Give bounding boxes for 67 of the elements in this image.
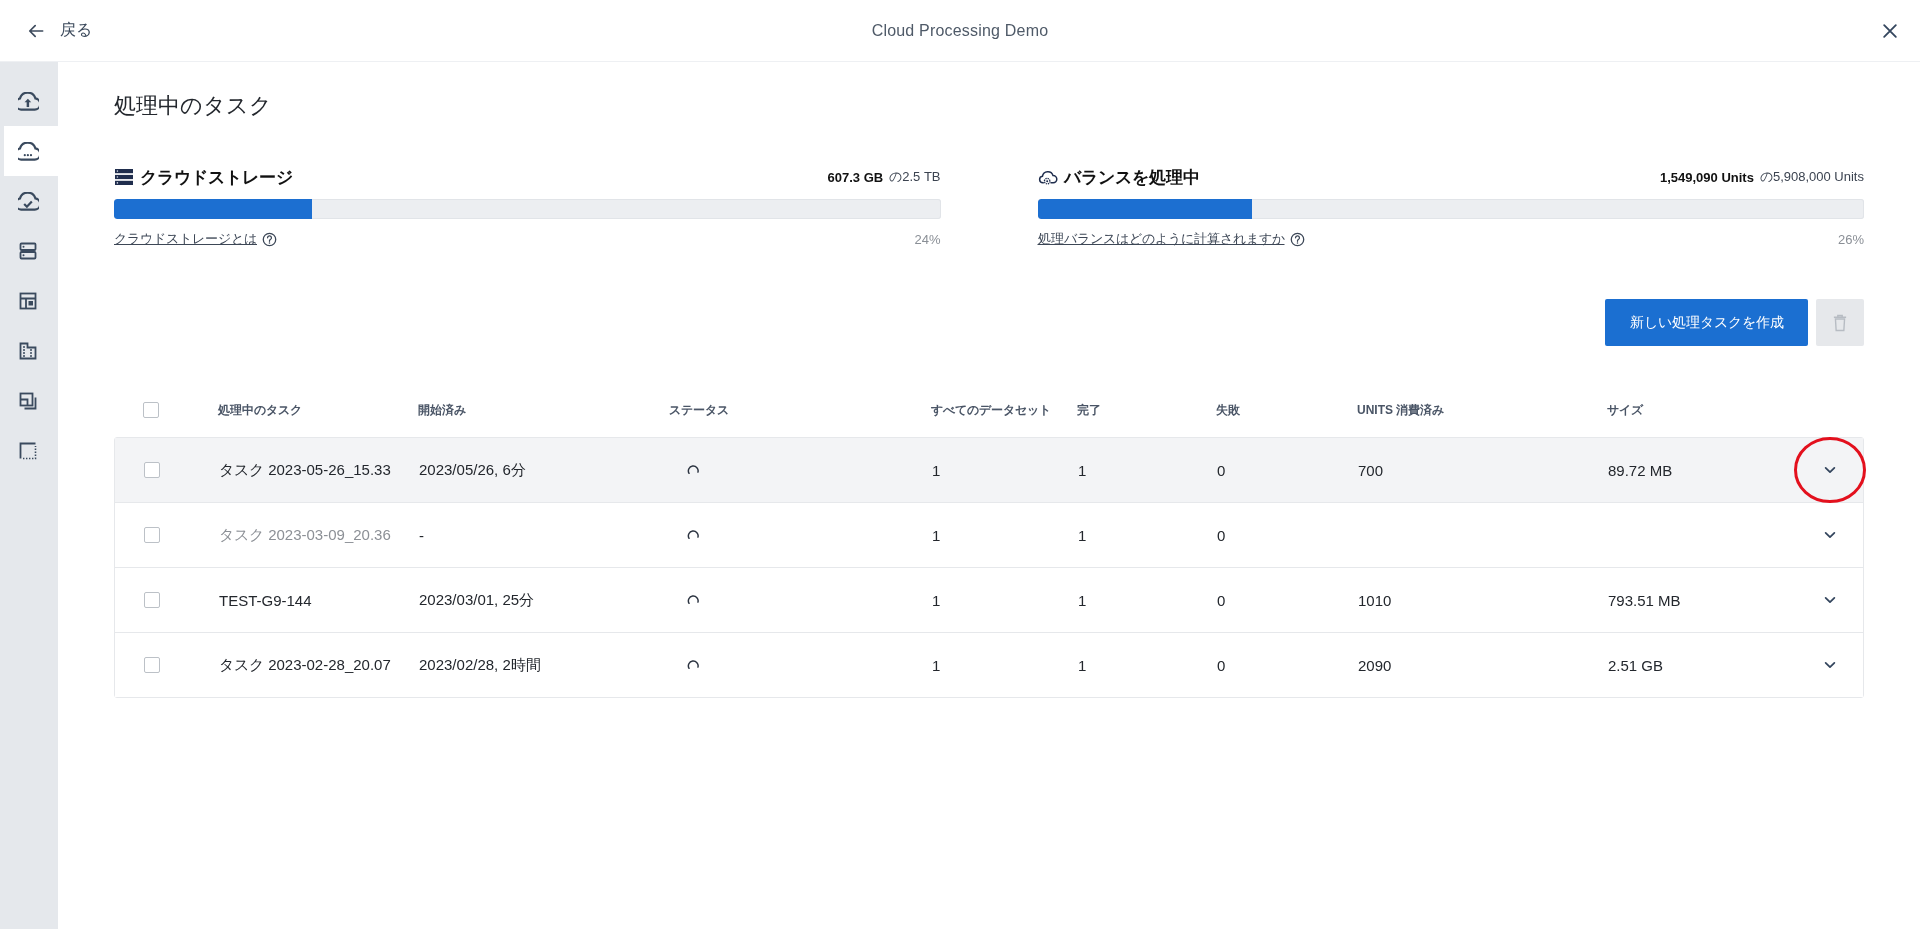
column-header: サイズ — [1607, 401, 1645, 419]
sidebar-item[interactable] — [4, 126, 58, 176]
cloud-check-icon — [17, 191, 39, 211]
back-button[interactable]: 戻る — [22, 16, 96, 45]
table-cell-text: 2023/02/28, 2時間 — [419, 655, 542, 675]
page-title: 処理中のタスク — [114, 92, 273, 120]
table-cell-text: 1 — [1078, 591, 1088, 609]
layout-icon — [19, 292, 37, 310]
row-checkbox[interactable] — [144, 592, 160, 608]
help-icon[interactable] — [1289, 231, 1305, 247]
help-icon[interactable] — [262, 231, 277, 247]
table-cell-text: - — [419, 526, 425, 544]
select-all-checkbox[interactable] — [143, 402, 159, 418]
table-cell-text: 1 — [932, 656, 942, 674]
help-link[interactable]: 処理バランスはどのように計算されますか — [1037, 230, 1285, 248]
task-name: タスク 2023-05-26_15.33 — [219, 460, 392, 480]
table-cell-text: 1 — [932, 591, 942, 609]
meter-used: 1,549,090 Units — [1659, 169, 1754, 185]
server-stack-icon — [114, 168, 134, 186]
table-cell-text: 0 — [1217, 591, 1227, 609]
dotted-frame-icon — [19, 442, 37, 460]
window-title: Cloud Processing Demo — [871, 21, 1049, 40]
table-cell-text: 1 — [1078, 526, 1088, 544]
trash-icon — [1833, 313, 1847, 332]
table-cell-text: 1 — [1078, 656, 1088, 674]
table-cell-text: 0 — [1217, 656, 1227, 674]
table-cell-text: 1010 — [1358, 591, 1393, 609]
row-checkbox[interactable] — [144, 462, 160, 478]
table-cell-text: 0 — [1217, 461, 1227, 479]
table-cell-text: 2090 — [1358, 656, 1393, 674]
table-cell-text: 793.51 MB — [1608, 591, 1682, 609]
cloud-gear-icon — [1037, 168, 1058, 186]
column-header: 完了 — [1077, 401, 1102, 419]
column-header: 処理中のタスク — [218, 401, 303, 419]
row-checkbox[interactable] — [144, 527, 160, 543]
building-icon — [19, 342, 37, 360]
column-header: ステータス — [669, 401, 730, 419]
row-checkbox[interactable] — [144, 657, 160, 673]
column-header: 開始済み — [418, 401, 467, 419]
table-cell-text: 700 — [1358, 461, 1385, 479]
table-cell-text: 2.51 GB — [1608, 656, 1665, 674]
server-icon — [19, 242, 37, 260]
stacked-squares-icon — [19, 392, 37, 410]
table-cell-text: 1 — [932, 526, 942, 544]
column-header: すべてのデータセット — [931, 401, 1052, 419]
cloud-icon — [17, 141, 39, 161]
meter-title: クラウドストレージ — [140, 166, 293, 189]
task-name: TEST-G9-144 — [219, 591, 313, 609]
help-link[interactable]: クラウドストレージとは — [114, 230, 257, 248]
column-header: 失敗 — [1216, 401, 1241, 419]
table-cell-text: 2023/03/01, 25分 — [419, 590, 536, 610]
meter-percent: 26% — [1837, 231, 1864, 247]
cloud-upload-icon — [17, 91, 39, 111]
table-cell-text: 89.72 MB — [1608, 461, 1674, 479]
meter-used: 607.3 GB — [827, 169, 884, 185]
column-header: UNITS 消費済み — [1357, 401, 1446, 419]
table-cell-text: 0 — [1217, 526, 1227, 544]
meter-title: バランスを処理中 — [1063, 166, 1200, 189]
table-cell-text: 1 — [932, 461, 942, 479]
meter-percent: 24% — [914, 231, 941, 247]
table-cell-text: 1 — [1078, 461, 1088, 479]
task-name: タスク 2023-02-28_20.07 — [219, 655, 392, 675]
table-cell-text: 2023/05/26, 6分 — [419, 460, 527, 480]
meter-total: の2.5 TB — [889, 168, 941, 186]
meter-total: の5,908,000 Units — [1759, 168, 1864, 186]
create-task-button[interactable]: 新しい処理タスクを作成 — [1605, 299, 1808, 346]
task-name: タスク 2023-03-09_20.36 — [219, 525, 392, 545]
